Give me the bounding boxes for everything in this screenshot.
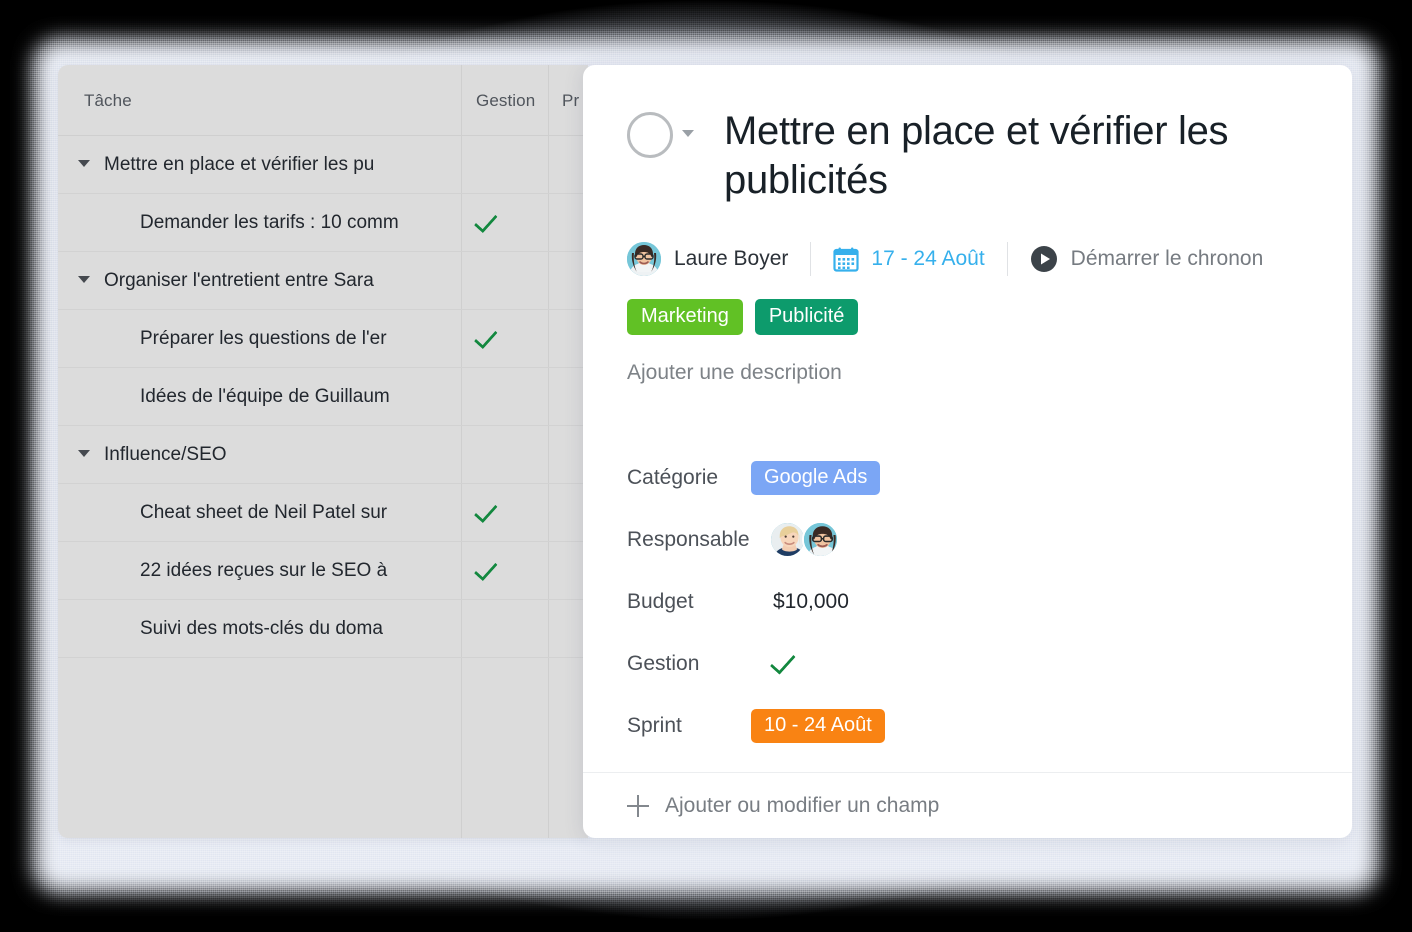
check-icon	[473, 498, 498, 523]
custom-fields-list: Catégorie Google Ads Responsable Budget …	[627, 447, 1352, 757]
table-row[interactable]: 22 idées reçues sur le SEO à	[58, 542, 588, 600]
gestion-cell[interactable]	[462, 498, 548, 523]
avatar[interactable]	[769, 521, 806, 559]
task-detail-panel: Mettre en place et vérifier les publicit…	[583, 65, 1352, 838]
check-icon	[473, 324, 498, 349]
play-icon[interactable]	[1030, 245, 1058, 273]
collapse-caret-icon[interactable]	[78, 160, 90, 167]
task-name: Organiser l'entretient entre Sara	[104, 269, 374, 291]
column-header-tache[interactable]: Tâche	[84, 65, 464, 136]
start-timer-label[interactable]: Démarrer le chronon	[1071, 247, 1264, 271]
field-label: Budget	[627, 589, 694, 613]
plus-icon	[627, 794, 649, 817]
tag-marketing[interactable]: Marketing	[627, 298, 743, 335]
table-header-row: Tâche Gestion Pr	[58, 65, 588, 136]
check-icon	[473, 208, 498, 233]
detail-header: Mettre en place et vérifier les publicit…	[583, 65, 1352, 205]
description-placeholder[interactable]: Ajouter une description	[627, 361, 1352, 385]
collapse-caret-icon[interactable]	[78, 450, 90, 457]
avatar-image	[771, 523, 804, 557]
meta-divider	[1006, 241, 1008, 276]
collapse-caret-icon[interactable]	[78, 276, 90, 283]
field-label: Gestion	[627, 651, 700, 675]
field-value[interactable]: 10 - 24 Août	[751, 708, 885, 743]
table-row[interactable]: Demander les tarifs : 10 comm	[58, 194, 588, 252]
field-row-sprint: Sprint 10 - 24 Août	[627, 695, 1352, 757]
table-body: Mettre en place et vérifier les pu Deman…	[58, 136, 588, 658]
column-header-pr[interactable]: Pr	[548, 65, 588, 136]
task-status-circle-icon[interactable]	[627, 112, 673, 158]
task-table-card: Tâche Gestion Pr Mettre en place et véri…	[58, 65, 588, 838]
table-row[interactable]: Mettre en place et vérifier les pu	[58, 136, 588, 194]
gestion-cell[interactable]	[462, 556, 548, 581]
field-label: Responsable	[627, 527, 750, 551]
meta-divider	[810, 241, 812, 276]
calendar-icon	[833, 247, 860, 272]
page-title: Mettre en place et vérifier les publicit…	[724, 109, 1229, 202]
avatar[interactable]	[627, 241, 661, 276]
tag-list: Marketing Publicité	[627, 298, 1352, 335]
tag-publicite[interactable]: Publicité	[754, 298, 859, 335]
avatar[interactable]	[802, 521, 839, 559]
field-row-gestion: Gestion	[627, 633, 1352, 695]
task-name: 22 idées reçues sur le SEO à	[140, 559, 388, 581]
gestion-cell[interactable]	[462, 208, 548, 233]
avatar-image	[804, 523, 837, 557]
task-name: Préparer les questions de l'er	[140, 327, 387, 349]
sprint-pill[interactable]: 10 - 24 Août	[751, 708, 885, 743]
status-chevron-down-icon[interactable]	[682, 130, 694, 137]
field-label: Catégorie	[627, 465, 719, 489]
table-row[interactable]: Suivi des mots-clés du doma	[58, 600, 588, 658]
check-icon	[473, 556, 498, 581]
add-field-label: Ajouter ou modifier un champ	[665, 793, 940, 817]
detail-meta-row: Laure Boyer 17 - 24 Août Démarrer le chr…	[627, 241, 1352, 277]
add-field-button[interactable]: Ajouter ou modifier un champ	[583, 772, 1352, 838]
column-header-gestion[interactable]: Gestion	[462, 65, 547, 136]
table-row[interactable]: Cheat sheet de Neil Patel sur	[58, 484, 588, 542]
task-name: Cheat sheet de Neil Patel sur	[140, 501, 388, 523]
field-label: Sprint	[627, 713, 682, 737]
table-row[interactable]: Organiser l'entretient entre Sara	[58, 252, 588, 310]
avatar-image	[627, 241, 661, 276]
task-name: Suivi des mots-clés du doma	[140, 617, 383, 639]
gestion-cell[interactable]	[462, 324, 548, 349]
table-row[interactable]: Idées de l'équipe de Guillaum	[58, 368, 588, 426]
task-name: Demander les tarifs : 10 comm	[140, 211, 399, 233]
responsable-avatars[interactable]	[751, 521, 839, 559]
field-row-responsable: Responsable	[627, 509, 1352, 571]
gestion-checkbox[interactable]	[751, 648, 797, 675]
task-name: Mettre en place et vérifier les pu	[104, 153, 375, 175]
task-name: Idées de l'équipe de Guillaum	[140, 385, 390, 407]
table-row[interactable]: Influence/SEO	[58, 426, 588, 484]
task-name: Influence/SEO	[104, 443, 227, 465]
categorie-pill[interactable]: Google Ads	[751, 460, 881, 495]
budget-value[interactable]: $10,000	[751, 590, 849, 614]
field-row-categorie: Catégorie Google Ads	[627, 447, 1352, 509]
table-row[interactable]: Préparer les questions de l'er	[58, 310, 588, 368]
check-icon	[769, 648, 796, 675]
field-row-budget: Budget $10,000	[627, 571, 1352, 633]
date-range[interactable]: 17 - 24 Août	[871, 247, 984, 271]
assignee-name: Laure Boyer	[674, 246, 789, 270]
field-value[interactable]: Google Ads	[751, 460, 881, 495]
